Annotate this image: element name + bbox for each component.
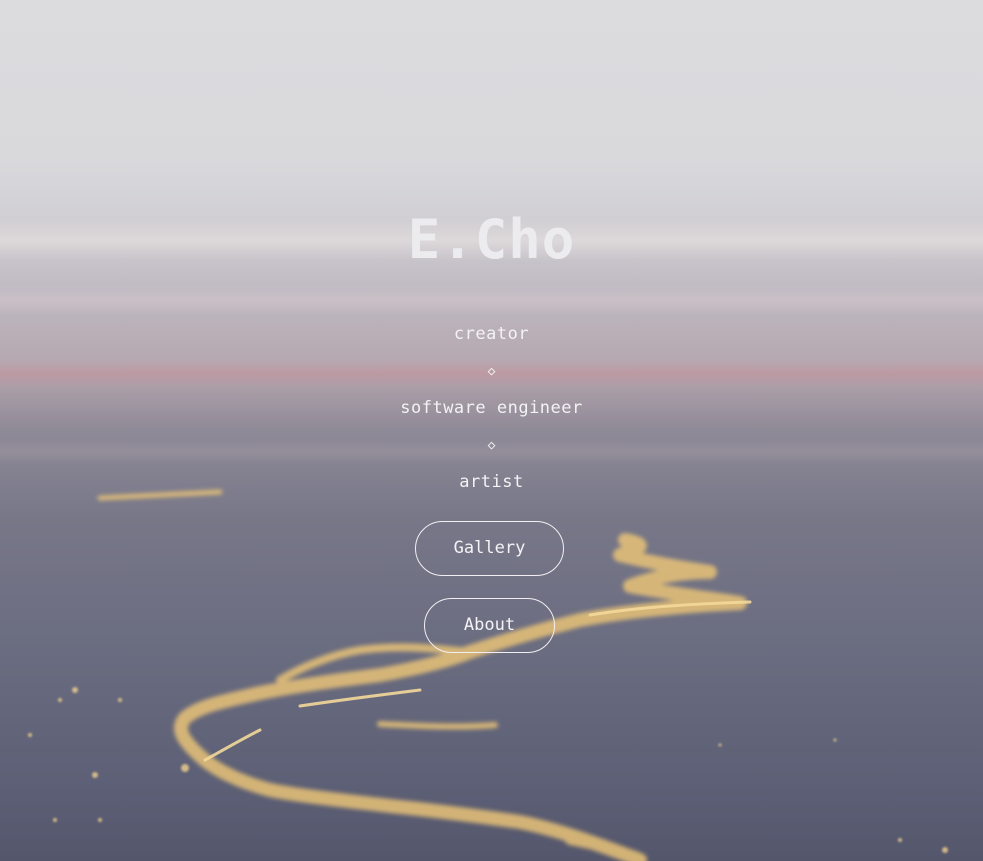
site-title: E.Cho <box>407 208 576 271</box>
role-software-engineer: software engineer <box>400 398 583 418</box>
role-creator: creator <box>453 324 530 344</box>
diamond-separator-icon: ◇ <box>487 438 496 453</box>
diamond-separator-icon: ◇ <box>487 364 496 379</box>
gallery-button[interactable]: Gallery <box>415 521 564 576</box>
role-artist: artist <box>459 472 524 492</box>
landing-page: E.Cho creator ◇ software engineer ◇ arti… <box>0 0 983 861</box>
about-button[interactable]: About <box>424 598 555 653</box>
hero-section: E.Cho creator ◇ software engineer ◇ arti… <box>0 0 983 861</box>
